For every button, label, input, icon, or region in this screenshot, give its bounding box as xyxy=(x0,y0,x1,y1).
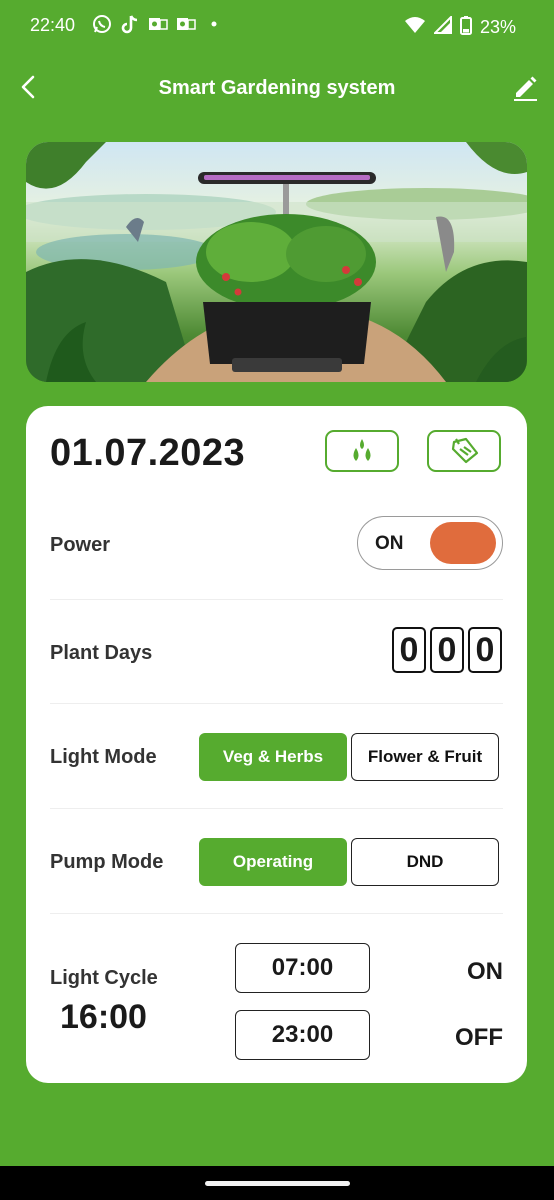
plant-days-label: Plant Days xyxy=(50,642,153,664)
wifi-icon xyxy=(404,16,426,39)
status-time: 22:40 xyxy=(30,15,76,35)
control-panel-card: 01.07.2023 Power ON Plant Days 0 0 0 Lig… xyxy=(26,406,527,1083)
plant-days-digit: 0 xyxy=(392,627,426,673)
light-on-label: ON xyxy=(467,958,503,985)
operating-button[interactable]: Operating xyxy=(199,838,347,886)
water-button[interactable] xyxy=(325,430,399,472)
dot-icon xyxy=(204,14,224,34)
divider xyxy=(50,599,503,600)
nutrient-button[interactable] xyxy=(427,430,501,472)
dnd-button[interactable]: DND xyxy=(351,838,499,886)
outlook-icon xyxy=(148,14,168,34)
veg-herbs-button[interactable]: Veg & Herbs xyxy=(199,733,347,781)
divider xyxy=(50,913,503,914)
system-nav-bar xyxy=(0,1166,554,1200)
divider xyxy=(50,808,503,809)
app-header: Smart Gardening system xyxy=(0,60,554,120)
plant-days-digit: 0 xyxy=(430,627,464,673)
light-cycle-duration: 16:00 xyxy=(60,998,147,1036)
garden-hero-image xyxy=(26,142,527,382)
pump-mode-label: Pump Mode xyxy=(50,851,164,873)
nutrient-packet-icon xyxy=(451,437,479,464)
battery-icon xyxy=(459,15,472,40)
light-on-time[interactable]: 07:00 xyxy=(235,943,370,993)
outlook-icon xyxy=(176,14,196,34)
home-gesture-handle[interactable] xyxy=(205,1181,350,1186)
status-bar: 22:40 23% xyxy=(0,0,554,50)
power-toggle[interactable]: ON xyxy=(357,516,503,570)
flower-fruit-button[interactable]: Flower & Fruit xyxy=(351,733,499,781)
pencil-icon xyxy=(514,76,537,101)
date-display: 01.07.2023 xyxy=(50,432,246,474)
plant-days-digit: 0 xyxy=(468,627,502,673)
light-cycle-label: Light Cycle xyxy=(50,967,158,989)
power-label: Power xyxy=(50,534,111,556)
power-state-label: ON xyxy=(375,533,404,554)
edit-button[interactable] xyxy=(510,72,540,102)
whatsapp-icon xyxy=(92,14,112,34)
light-mode-label: Light Mode xyxy=(50,746,157,768)
light-off-time[interactable]: 23:00 xyxy=(235,1010,370,1060)
water-drops-icon xyxy=(353,439,371,461)
signal-icon xyxy=(432,14,452,39)
toggle-knob xyxy=(430,522,496,564)
planter-illustration xyxy=(26,142,527,382)
plant-days-counter: 0 0 0 xyxy=(392,627,502,673)
tiktok-icon xyxy=(120,14,140,34)
system-status-icons: 23% xyxy=(404,14,516,40)
battery-percent: 23% xyxy=(479,17,516,37)
page-title: Smart Gardening system xyxy=(158,77,396,99)
divider xyxy=(50,703,503,704)
light-off-label: OFF xyxy=(455,1024,503,1051)
notification-icons xyxy=(92,14,224,34)
